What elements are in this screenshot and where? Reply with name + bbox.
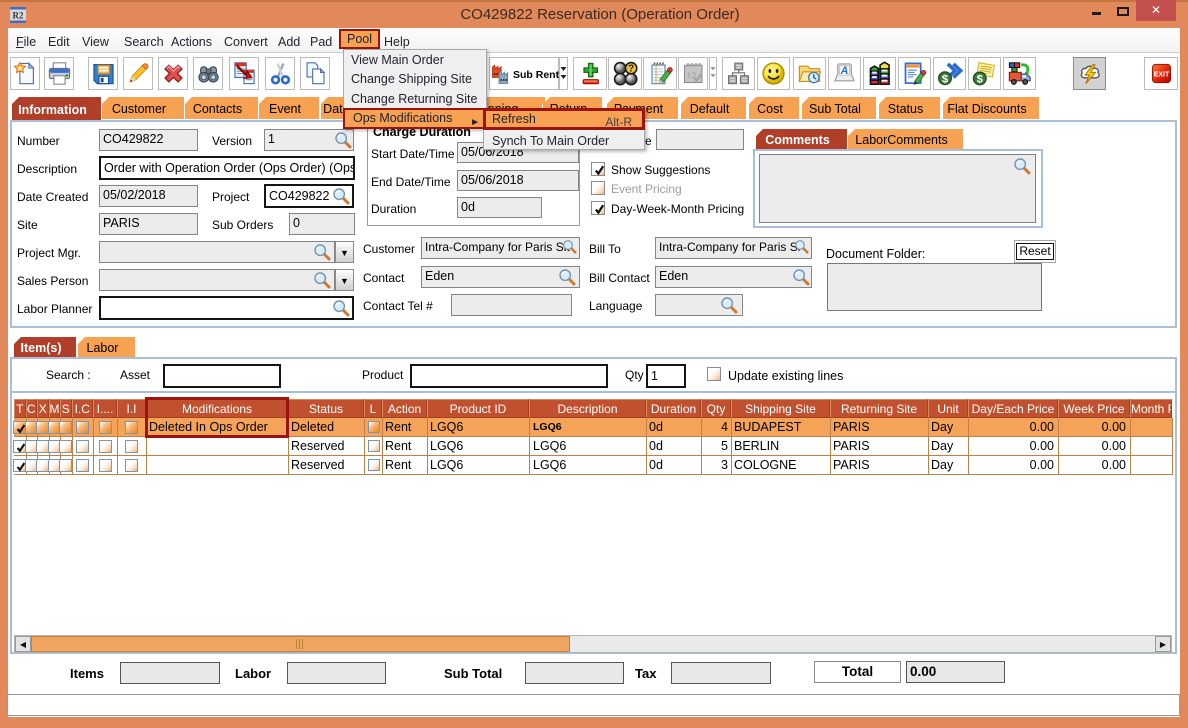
svg-text:EXIT: EXIT	[1153, 72, 1169, 79]
svg-text:$: $	[942, 74, 949, 86]
svg-text:R2: R2	[13, 11, 24, 21]
svg-text:$: $	[977, 74, 984, 86]
svg-text:A: A	[840, 65, 849, 77]
svg-text:?: ?	[628, 64, 634, 75]
